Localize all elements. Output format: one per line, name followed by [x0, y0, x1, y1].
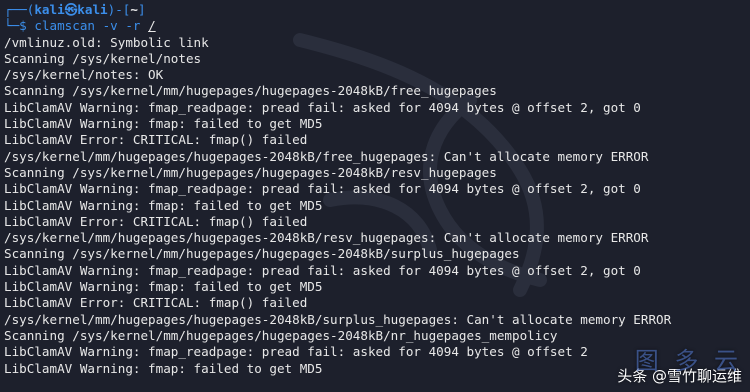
output-line: LibClamAV Warning: fmap_readpage: pread …: [4, 99, 641, 115]
prompt-dollar: $: [19, 18, 35, 34]
command-text: clamscan -v -r: [34, 18, 149, 34]
output-line: /sys/kernel/notes: OK: [4, 67, 164, 83]
output-line: LibClamAV Warning: fmap_readpage: pread …: [4, 262, 641, 278]
output-line: Scanning /sys/kernel/mm/hugepages/hugepa…: [4, 164, 497, 180]
prompt-at-symbol: ㉿: [64, 2, 78, 17]
prompt-corner: ┌──(: [4, 2, 35, 17]
output-line: /sys/kernel/mm/hugepages/hugepages-2048k…: [4, 311, 672, 327]
prompt-header: ┌──(kali㉿kali)-[~]: [4, 2, 750, 18]
output-line: LibClamAV Error: CRITICAL: fmap() failed: [4, 213, 308, 229]
watermark-logo: 图 多 云: [634, 347, 742, 375]
output-line: LibClamAV Error: CRITICAL: fmap() failed: [4, 295, 308, 311]
output-line: Scanning /sys/kernel/notes: [4, 50, 202, 66]
prompt-user: kali: [34, 2, 65, 17]
prompt-cwd: ~: [130, 2, 138, 17]
output-line: LibClamAV Warning: fmap: failed to get M…: [4, 197, 323, 213]
output-line: LibClamAV Error: CRITICAL: fmap() failed: [4, 132, 308, 148]
output-line: /sys/kernel/mm/hugepages/hugepages-2048k…: [4, 148, 649, 164]
command-line[interactable]: └─$ clamscan -v -r /: [4, 18, 750, 34]
output-line: Scanning /sys/kernel/mm/hugepages/hugepa…: [4, 83, 497, 99]
terminal-window[interactable]: ┌──(kali㉿kali)-[~] └─$ clamscan -v -r / …: [0, 0, 750, 392]
prompt-corner-bottom: └─: [4, 18, 20, 34]
source-watermark: 图 多 云 头条 @雪竹聊运维: [617, 347, 742, 386]
output-line: Scanning /sys/kernel/mm/hugepages/hugepa…: [4, 246, 520, 262]
output-line: LibClamAV Warning: fmap: failed to get M…: [4, 279, 323, 295]
prompt-host: kali: [77, 2, 108, 17]
output-line: LibClamAV Warning: fmap: failed to get M…: [4, 116, 323, 132]
output-line: LibClamAV Warning: fmap_readpage: pread …: [4, 181, 641, 197]
output-line: /vmlinuz.old: Symbolic link: [4, 34, 209, 50]
output-line: /sys/kernel/mm/hugepages/hugepages-2048k…: [4, 230, 649, 246]
prompt-separator: )-[: [107, 2, 131, 17]
terminal-output: ┌──(kali㉿kali)-[~] └─$ clamscan -v -r / …: [4, 2, 750, 377]
command-argument: /: [148, 18, 156, 34]
prompt-bracket-close: ]: [137, 2, 146, 17]
